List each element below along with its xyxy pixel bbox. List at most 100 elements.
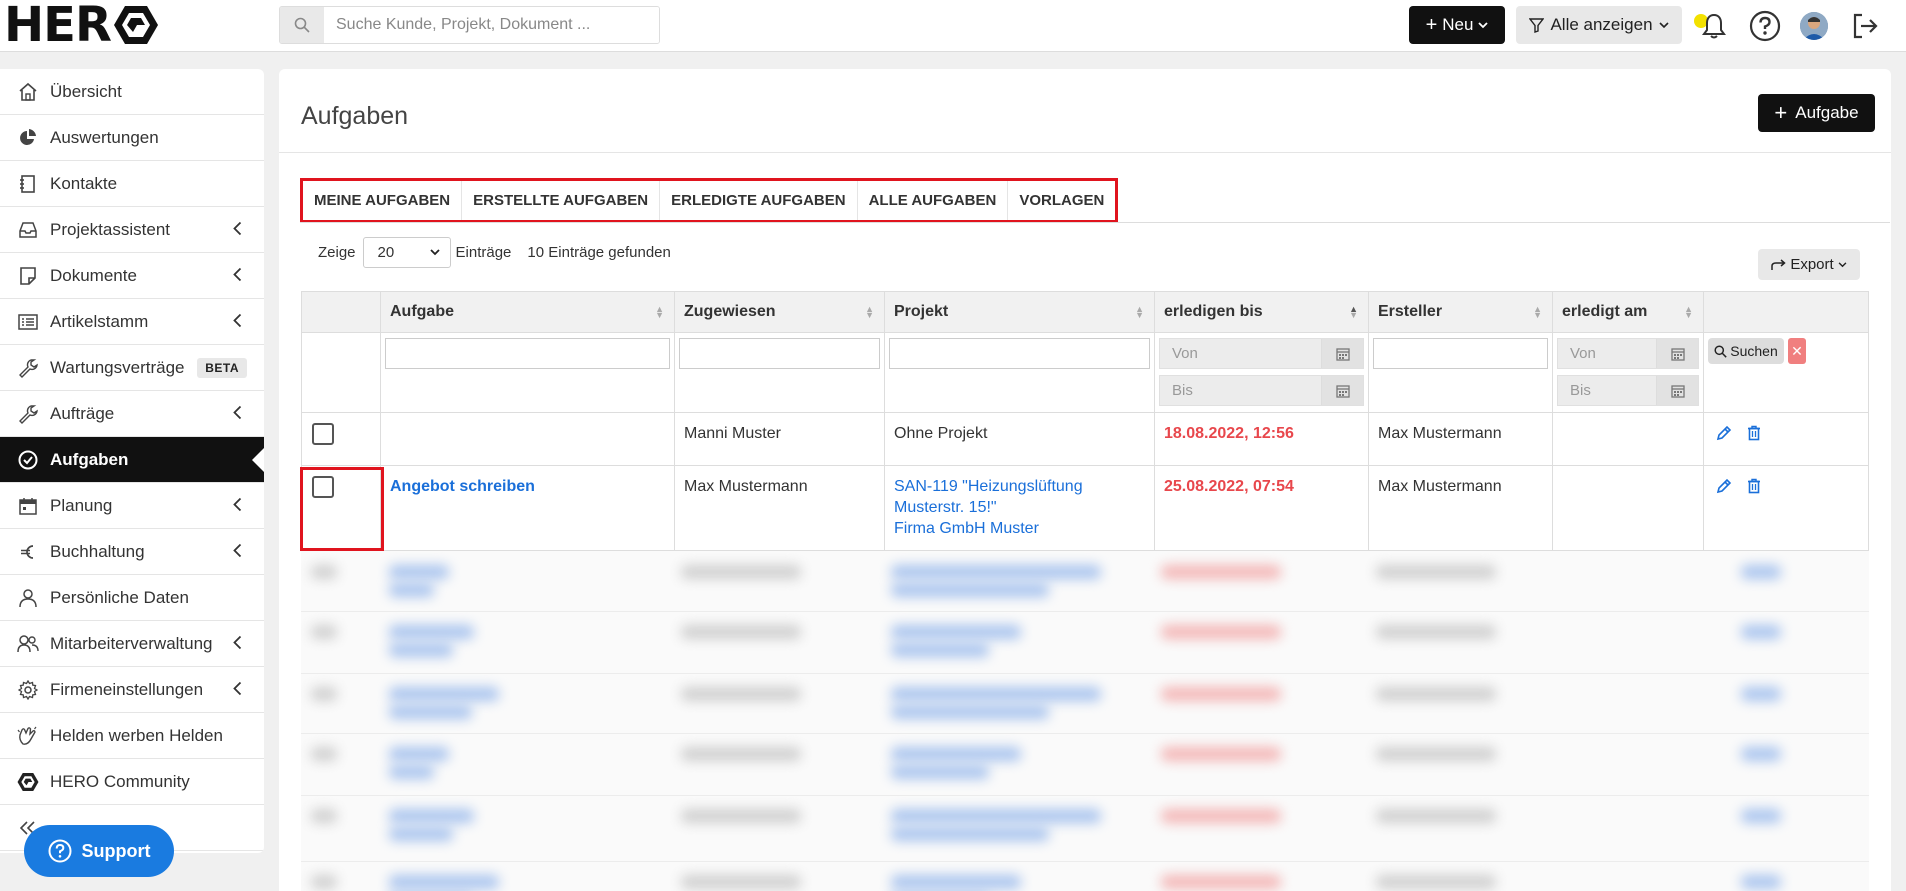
blurred-content [891, 765, 989, 779]
export-button[interactable]: Export [1758, 249, 1860, 280]
sidebar-item-dokumente[interactable]: Dokumente [0, 253, 264, 299]
blurred-content [681, 809, 801, 823]
tab-vorlagen[interactable]: VORLAGEN [1008, 181, 1115, 220]
project-link[interactable]: Musterstr. 15!" [894, 497, 1145, 518]
sidebar-item-kontakte[interactable]: Kontakte [0, 161, 264, 207]
new-button[interactable]: + Neu [1409, 6, 1505, 44]
search-input[interactable] [324, 7, 659, 43]
done-from-placeholder: Von [1570, 345, 1596, 362]
trash-icon[interactable] [1746, 478, 1762, 494]
tab-alle-aufgaben[interactable]: ALLE AUFGABEN [858, 181, 1009, 220]
global-search [279, 6, 660, 44]
blurred-content [311, 809, 337, 823]
sidebar: Übersicht Auswertungen Kontakte Projektassi… [0, 69, 264, 853]
sidebar-item-übersicht[interactable]: Übersicht [0, 69, 264, 115]
logout-icon[interactable] [1848, 9, 1882, 43]
hero-logo[interactable]: HER [4, 1, 159, 49]
filter-aufgabe-input[interactable] [385, 338, 670, 369]
blurred-content [1161, 565, 1281, 579]
row-select-cell [302, 413, 381, 465]
row-divider [301, 733, 1869, 734]
filter-clear-button[interactable]: ✕ [1788, 338, 1806, 364]
filter-projekt-input[interactable] [889, 338, 1150, 369]
column-header-zugewiesen[interactable]: Zugewiesen ▲ ▼ [675, 292, 885, 332]
sidebar-item-helden-werben-helden[interactable]: Helden werben Helden [0, 713, 264, 759]
support-button[interactable]: Support [24, 825, 174, 877]
sidebar-item-wartungsverträge[interactable]: Wartungsverträge BETA [0, 345, 264, 391]
row-checkbox[interactable] [312, 423, 334, 445]
customer-link[interactable]: Firma GmbH Muster [894, 518, 1145, 539]
column-label: Projekt [894, 303, 949, 320]
tab-erledigte-aufgaben[interactable]: ERLEDIGTE AUFGABEN [660, 181, 858, 220]
sidebar-item-firmeneinstellungen[interactable]: Firmeneinstellungen [0, 667, 264, 713]
sidebar-item-planung[interactable]: Planung [0, 483, 264, 529]
blurred-content [1741, 625, 1781, 639]
tab-erstellte-aufgaben[interactable]: ERSTELLTE AUFGABEN [462, 181, 661, 220]
inbox-icon [17, 219, 39, 241]
column-header-ersteller[interactable]: Ersteller ▲ ▼ [1369, 292, 1553, 332]
blurred-content [891, 687, 1101, 701]
table-row[interactable]: Angebot schreiben Max Mustermann SAN-119… [301, 466, 1869, 551]
filter-ersteller-input[interactable] [1373, 338, 1548, 369]
calendar-icon[interactable] [1321, 376, 1363, 405]
table-row[interactable]: Manni Muster Ohne Projekt 18.08.2022, 12… [301, 413, 1869, 466]
divider [300, 222, 1890, 223]
filter-dropdown[interactable]: Alle anzeigen [1516, 6, 1682, 44]
column-header-aufgabe[interactable]: Aufgabe ▲ ▼ [381, 292, 675, 332]
blurred-content [1376, 875, 1496, 889]
blurred-content [891, 705, 1049, 719]
sidebar-item-auswertungen[interactable]: Auswertungen [0, 115, 264, 161]
sidebar-item-persönliche-daten[interactable]: Persönliche Daten [0, 575, 264, 621]
sidebar-item-label: Wartungsverträge [50, 357, 185, 377]
tab-meine-aufgaben[interactable]: MEINE AUFGABEN [303, 181, 463, 220]
trash-icon[interactable] [1746, 425, 1762, 441]
close-icon: ✕ [1791, 342, 1803, 359]
sidebar-item-label: Aufträge [50, 403, 115, 423]
calendar-icon[interactable] [1321, 339, 1363, 368]
sidebar-item-artikelstamm[interactable]: Artikelstamm [0, 299, 264, 345]
column-header-projekt[interactable]: Projekt ▲ ▼ [885, 292, 1155, 332]
column-header-erledigen-bis[interactable]: erledigen bis ▲ ▼ [1155, 292, 1369, 332]
column-header-erledigt-am[interactable]: erledigt am ▲ ▼ [1553, 292, 1704, 332]
filter-icon [1529, 17, 1545, 33]
done-to-input[interactable]: Bis [1557, 375, 1699, 406]
page-size-select[interactable]: 20 [362, 237, 451, 268]
entries-label: Einträge [455, 244, 512, 261]
done-to-placeholder: Bis [1570, 382, 1591, 399]
sidebar-item-aufgaben[interactable]: Aufgaben [0, 437, 264, 483]
sort-icon: ▲ ▼ [865, 304, 874, 320]
bell-icon[interactable] [1697, 9, 1731, 43]
filter-search-button[interactable]: Suchen [1708, 338, 1784, 364]
column-label: Aufgabe [390, 303, 454, 320]
hero-logo-icon [17, 771, 39, 793]
edit-pencil-icon[interactable] [1716, 478, 1732, 494]
help-icon[interactable] [1748, 9, 1782, 43]
sidebar-item-buchhaltung[interactable]: Buchhaltung [0, 529, 264, 575]
sidebar-item-projektassistent[interactable]: Projektassistent [0, 207, 264, 253]
sidebar-item-aufträge[interactable]: Aufträge [0, 391, 264, 437]
sidebar-item-label: Kontakte [50, 173, 118, 193]
done-from-input[interactable]: Von [1557, 338, 1699, 369]
filter-zugewiesen-input[interactable] [679, 338, 880, 369]
add-task-button[interactable]: + Aufgabe [1758, 94, 1875, 132]
due-from-input[interactable]: Von [1159, 338, 1364, 369]
assigned-value: Max Mustermann [684, 478, 808, 495]
edit-pencil-icon[interactable] [1716, 425, 1732, 441]
task-tabs: MEINE AUFGABEN ERSTELLTE AUFGABEN ERLEDI… [300, 178, 1119, 223]
page-title: Aufgaben [301, 102, 409, 130]
due-to-input[interactable]: Bis [1159, 375, 1364, 406]
task-link[interactable]: Angebot schreiben [390, 478, 535, 495]
blurred-content [389, 809, 474, 823]
blurred-content [1741, 747, 1781, 761]
calendar-icon[interactable] [1656, 376, 1698, 405]
sidebar-item-hero-community[interactable]: HERO Community [0, 759, 264, 805]
page-size-control: Zeige 20 Einträge 10 Einträge gefunden [318, 237, 671, 268]
sidebar-item-mitarbeiterverwaltung[interactable]: Mitarbeiterverwaltung [0, 621, 264, 667]
creator-value: Max Mustermann [1378, 425, 1502, 442]
wrench-icon [17, 357, 39, 379]
project-link[interactable]: SAN-119 "Heizungslüftung [894, 476, 1145, 497]
blurred-content [1376, 565, 1496, 579]
avatar[interactable] [1800, 12, 1828, 40]
calendar-icon[interactable] [1656, 339, 1698, 368]
blurred-content [389, 765, 434, 779]
